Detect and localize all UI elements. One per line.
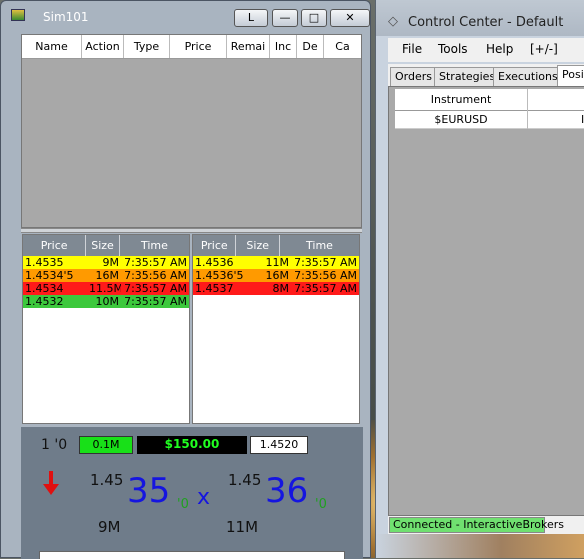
lock-button[interactable]: L (234, 9, 268, 27)
column-header-decrease[interactable]: De (297, 35, 324, 58)
panel-splitter[interactable] (21, 228, 362, 233)
bid-row-price: 1.4535 (25, 256, 64, 269)
quote-separator: x (197, 485, 211, 510)
ask-row-size: 8M (272, 282, 290, 295)
app-icon (11, 9, 25, 21)
position-label: 1 '0 (41, 437, 68, 453)
bid-row-price: 1.4534'5 (25, 269, 74, 282)
pnl-display: $150.00 (137, 436, 247, 454)
bid-ladder[interactable]: Price Size Time 1.4535 9M 7:35:57 AM 1.4… (22, 234, 190, 424)
orders-header: Name Action Type Price Remai Inc De Ca (22, 35, 361, 59)
ask-quote-fraction: '0 (315, 497, 327, 512)
ask-row-price: 1.4536'5 (195, 269, 244, 282)
column-header-cancel[interactable]: Ca (324, 35, 361, 58)
positions-header: Instrument (395, 89, 584, 111)
connection-status: Connected - InteractiveBrokers (389, 517, 564, 533)
ask-row-price: 1.4537 (195, 282, 234, 295)
bid-header-size: Size (86, 235, 120, 256)
column-header-instrument[interactable]: Instrument (395, 89, 528, 111)
menu-tools[interactable]: Tools (438, 42, 468, 56)
minimize-button[interactable]: — (272, 9, 298, 27)
desktop-background-strip (376, 534, 584, 558)
bid-row-price: 1.4532 (25, 295, 64, 308)
bid-row-time: 7:35:57 AM (124, 295, 187, 308)
ask-header-size: Size (236, 235, 280, 256)
bid-row[interactable]: 1.4535 9M 7:35:57 AM (23, 256, 189, 269)
control-center-title: Control Center - Default (408, 15, 564, 30)
menu-help[interactable]: Help (486, 42, 513, 56)
bid-row-time: 7:35:57 AM (124, 282, 187, 295)
column-header-action[interactable]: Action (82, 35, 124, 58)
sim101-titlebar[interactable]: Sim101 L — □ ✕ (7, 5, 370, 27)
ask-row-time: 7:35:56 AM (294, 269, 357, 282)
ask-row[interactable]: 1.4536'5 16M 7:35:56 AM (193, 269, 359, 282)
sim101-window: Sim101 L — □ ✕ Name Action Type Price Re… (0, 0, 371, 559)
maximize-button[interactable]: □ (301, 9, 327, 27)
tab-positions[interactable]: Positi (557, 65, 584, 86)
column-header-type[interactable]: Type (124, 35, 170, 58)
diamond-icon: ◇ (388, 14, 398, 29)
menu-bar: File Tools Help [+/-] (388, 38, 584, 62)
ask-row-price: 1.4536 (195, 256, 234, 269)
bid-quote-fraction: '0 (177, 497, 189, 512)
column-header-price[interactable]: Price (170, 35, 227, 58)
bid-header-price: Price (23, 235, 87, 256)
tab-strip: Orders Strategies Executions Positi (388, 64, 584, 86)
ask-ladder[interactable]: Price Size Time 1.4536 11M 7:35:57 AM 1.… (192, 234, 360, 424)
ask-quote-prefix: 1.45 (228, 471, 262, 489)
positions-grid[interactable]: Instrument $EURUSD I (388, 86, 584, 516)
orders-grid[interactable]: Name Action Type Price Remai Inc De Ca (21, 34, 362, 228)
column-header-remaining[interactable]: Remai (227, 35, 270, 58)
bid-row-size: 16M (95, 269, 120, 282)
column-header-increase[interactable]: Inc (270, 35, 297, 58)
close-button[interactable]: ✕ (330, 9, 370, 27)
bid-row-time: 7:35:57 AM (124, 256, 187, 269)
ask-header-time: Time (306, 239, 333, 252)
column-header-name[interactable]: Name (22, 35, 82, 58)
bid-quote-big[interactable]: 35 (127, 471, 170, 511)
ask-quote-size: 11M (226, 518, 259, 536)
menu-expand[interactable]: [+/-] (530, 42, 558, 56)
bid-row[interactable]: 1.4534'5 16M 7:35:56 AM (23, 269, 189, 282)
instrument-cell: $EURUSD (395, 111, 528, 129)
bid-row[interactable]: 1.4532 10M 7:35:57 AM (23, 295, 189, 308)
control-center-titlebar[interactable]: ◇ Control Center - Default (376, 0, 584, 36)
ask-quote-big[interactable]: 36 (265, 471, 308, 511)
ask-row[interactable]: 1.4537 8M 7:35:57 AM (193, 282, 359, 295)
quantity-field[interactable]: 0.1M (79, 436, 133, 454)
bid-row-size: 10M (95, 295, 120, 308)
window-title: Sim101 (43, 10, 89, 24)
tab-executions[interactable]: Executions (493, 67, 563, 86)
ask-row-time: 7:35:57 AM (294, 282, 357, 295)
price-field[interactable]: 1.4520 (250, 436, 308, 454)
bid-quote-prefix: 1.45 (90, 471, 124, 489)
ask-row-size: 16M (265, 269, 290, 282)
menu-file[interactable]: File (402, 42, 422, 56)
tab-strategies[interactable]: Strategies (434, 67, 501, 86)
bid-ladder-header: Price Size Time (23, 235, 189, 256)
ask-row[interactable]: 1.4536 11M 7:35:57 AM (193, 256, 359, 269)
bid-row-time: 7:35:56 AM (124, 269, 187, 282)
tab-orders[interactable]: Orders (390, 67, 437, 86)
table-row[interactable]: $EURUSD I (395, 111, 584, 129)
bid-quote-size: 9M (98, 518, 121, 536)
control-center-window: ◇ Control Center - Default File Tools He… (375, 0, 584, 558)
arrow-down-icon (43, 471, 59, 495)
ask-row-time: 7:35:57 AM (294, 256, 357, 269)
bid-row-size: 11.5M (89, 282, 121, 295)
bid-row-price: 1.4534 (25, 282, 64, 295)
ask-ladder-header: Price Size Time (193, 235, 359, 256)
ask-row-size: 11M (265, 256, 290, 269)
status-bar: Connected - InteractiveBrokers (388, 516, 584, 534)
bid-row[interactable]: 1.4534 11.5M 7:35:57 AM (23, 282, 189, 295)
ask-header-price: Price (193, 235, 237, 256)
bid-header-time: Time (140, 239, 168, 252)
bid-row-size: 9M (102, 256, 120, 269)
